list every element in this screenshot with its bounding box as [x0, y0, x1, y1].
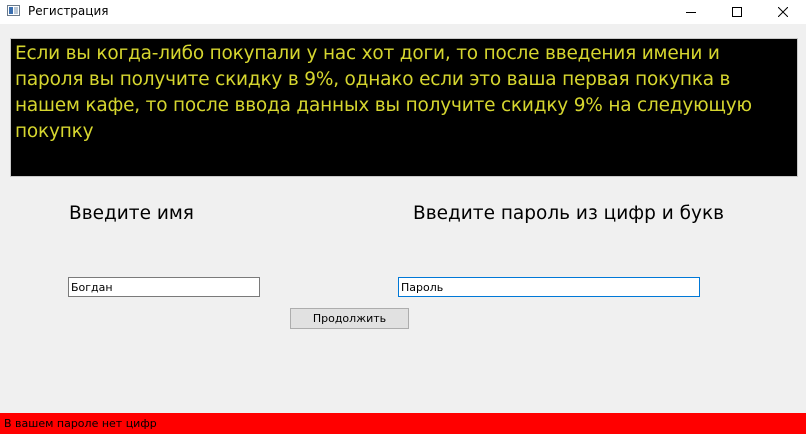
- name-label: Введите имя: [69, 203, 194, 224]
- app-window-icon: [7, 5, 20, 16]
- minimize-button[interactable]: [668, 0, 714, 24]
- maximize-icon: [732, 7, 742, 17]
- window-title: Регистрация: [28, 4, 109, 18]
- password-label: Введите пароль из цифр и букв: [413, 203, 725, 224]
- discount-info-text: Если вы когда-либо покупали у нас хот до…: [15, 43, 752, 142]
- close-button[interactable]: [760, 0, 806, 24]
- title-bar[interactable]: Регистрация: [0, 0, 806, 24]
- maximize-button[interactable]: [714, 0, 760, 24]
- name-input[interactable]: [68, 277, 260, 297]
- close-icon: [778, 7, 788, 17]
- password-input[interactable]: [398, 277, 700, 297]
- discount-info-panel: Если вы когда-либо покупали у нас хот до…: [10, 38, 798, 177]
- minimize-icon: [686, 12, 696, 13]
- continue-button[interactable]: Продолжить: [290, 308, 409, 329]
- status-message: В вашем пароле нет цифр: [4, 417, 157, 430]
- status-bar: В вашем пароле нет цифр: [0, 413, 806, 434]
